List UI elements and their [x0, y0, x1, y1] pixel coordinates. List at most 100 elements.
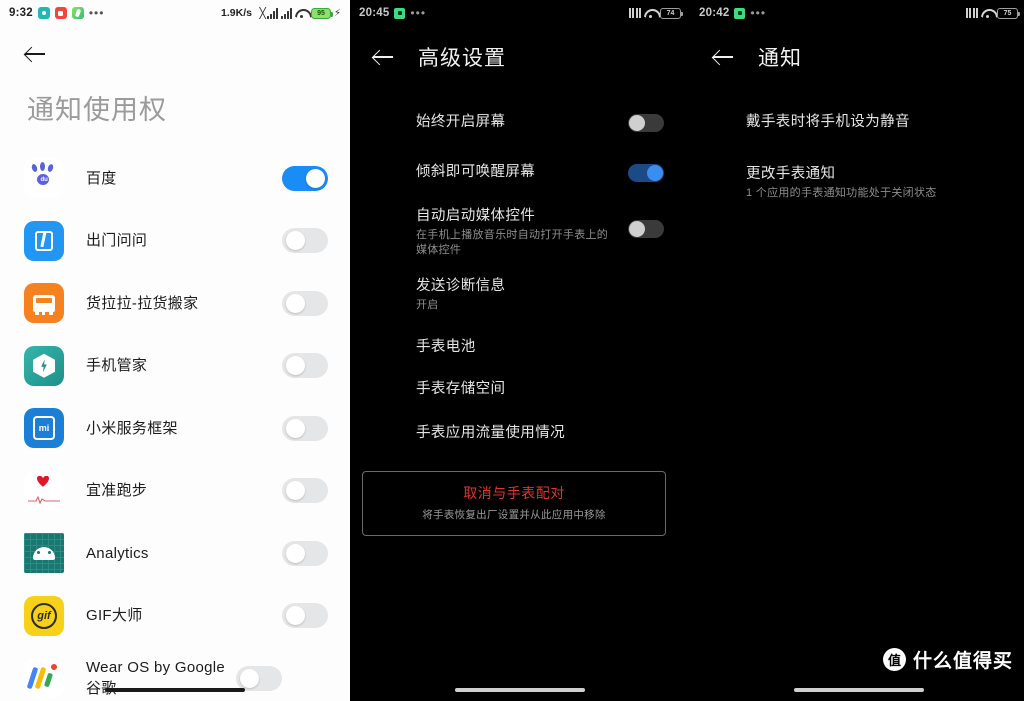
notifications-panel: 20:42 ••• 75 通知 戴手表时将手机设为静音 更改手表通知 1 个应用…: [690, 0, 1024, 701]
tilt-wake-toggle[interactable]: [628, 164, 664, 182]
list-item-mute-phone[interactable]: 戴手表时将手机设为静音: [690, 96, 1024, 140]
gesture-nav-bar[interactable]: [793, 688, 924, 692]
xiaomi-icon: mi: [24, 408, 64, 449]
unpair-subtitle: 将手表恢复出厂设置并从此应用中移除: [422, 509, 606, 521]
list-item[interactable]: Analytics: [0, 522, 350, 585]
more-icon: •••: [750, 6, 767, 20]
watermark: 值 什么值得买: [882, 646, 1013, 673]
list-item-auto-media-controls[interactable]: 自动启动媒体控件 在手机上播放音乐时自动打开手表上的媒体控件: [350, 184, 690, 258]
app-name: 百度: [86, 169, 117, 187]
item-subtitle: 1 个应用的手表通知功能处于关闭状态: [746, 187, 937, 199]
permission-toggle[interactable]: [282, 353, 328, 379]
header-middle: 高级设置: [350, 26, 690, 88]
battery-icon: 75: [997, 7, 1020, 19]
permission-toggle[interactable]: [282, 478, 328, 504]
list-item-watch-battery[interactable]: 手表电池: [350, 313, 690, 357]
header-right: 通知: [690, 26, 1024, 88]
signal-icon: [266, 7, 278, 19]
list-item-always-on-screen[interactable]: 始终开启屏幕: [350, 96, 690, 140]
permission-toggle[interactable]: [282, 415, 328, 441]
wifi-icon: [295, 8, 308, 18]
baidu-icon: du: [24, 158, 64, 199]
item-title: 手表应用流量使用情况: [416, 425, 565, 441]
notification-access-panel: 9:32 ••• 1.9K/s 95 ⚡ 通知使用权 du 百度 出门问问 货拉…: [0, 0, 350, 701]
permission-toggle[interactable]: [282, 603, 328, 629]
list-item-watch-data-usage[interactable]: 手表应用流量使用情况: [350, 401, 690, 445]
page-title: 通知: [758, 47, 802, 70]
network-rate: 1.9K/s: [221, 7, 252, 19]
item-title: 戴手表时将手机设为静音: [746, 114, 910, 130]
unpair-title: 取消与手表配对: [463, 485, 565, 501]
app-permission-list: du 百度 出门问问 货拉拉-拉货搬家 手机管家 mi 小米服务框架 宜准跑步 …: [0, 147, 350, 701]
ezon-run-icon: [24, 470, 64, 511]
auto-media-toggle[interactable]: [628, 220, 664, 238]
list-item-diagnostics[interactable]: 发送诊断信息 开启: [350, 258, 690, 313]
advanced-settings-panel: 20:45 ••• 74 高级设置 始终开启屏幕 倾斜即可唤醒屏幕 自动启动媒体…: [350, 0, 690, 701]
list-item-change-watch-notifications[interactable]: 更改手表通知 1 个应用的手表通知功能处于关闭状态: [690, 140, 1024, 201]
list-item[interactable]: 宜准跑步: [0, 460, 350, 523]
status-time: 20:42: [699, 7, 730, 19]
item-title: 发送诊断信息: [416, 278, 506, 294]
app-notification-icon: [394, 7, 406, 19]
app-name: Analytics: [86, 544, 149, 562]
back-arrow-icon[interactable]: [24, 43, 46, 65]
watermark-badge-icon: 值: [882, 648, 906, 671]
item-title: 手表存储空间: [416, 381, 506, 397]
status-time: 20:45: [359, 7, 390, 19]
back-arrow-icon[interactable]: [372, 46, 394, 68]
back-arrow-icon[interactable]: [712, 46, 734, 68]
gesture-nav-bar[interactable]: [105, 688, 245, 692]
app-name: 宜准跑步: [86, 482, 148, 500]
list-item[interactable]: gif GIF大师: [0, 585, 350, 648]
item-title: 自动启动媒体控件: [416, 208, 536, 224]
battery-icon: 74: [660, 7, 683, 19]
list-item[interactable]: mi 小米服务框架: [0, 397, 350, 460]
app-name: 货拉拉-拉货搬家: [86, 294, 199, 312]
gesture-nav-bar[interactable]: [455, 688, 585, 692]
list-item[interactable]: Wear OS by Google 谷歌: [0, 647, 350, 701]
mobvoi-icon: [24, 220, 64, 261]
item-subtitle: 在手机上播放音乐时自动打开手表上的媒体控件: [416, 229, 609, 256]
permission-toggle[interactable]: [282, 165, 328, 191]
phone-manager-icon: [24, 345, 64, 386]
list-item[interactable]: 出门问问: [0, 210, 350, 273]
more-icon: •••: [88, 6, 105, 20]
leaf-icon: [71, 7, 84, 19]
battery-icon: 95: [310, 7, 333, 19]
permission-toggle[interactable]: [282, 540, 328, 566]
list-item[interactable]: 货拉拉-拉货搬家: [0, 272, 350, 335]
signal-icon: [965, 8, 978, 18]
status-bar-left: 9:32 ••• 1.9K/s 95 ⚡: [0, 0, 350, 26]
bluetooth-icon: [256, 7, 264, 19]
gif-master-icon: gif: [24, 595, 64, 636]
status-bar-middle: 20:45 ••• 74: [350, 0, 690, 26]
always-on-toggle[interactable]: [628, 114, 664, 132]
app-name: GIF大师: [86, 607, 143, 625]
watermark-text: 什么值得买: [912, 651, 1013, 672]
permission-toggle[interactable]: [236, 665, 282, 691]
item-title: 手表电池: [416, 339, 476, 355]
list-item-watch-storage[interactable]: 手表存储空间: [350, 357, 690, 401]
list-item[interactable]: 手机管家: [0, 335, 350, 398]
wifi-icon: [644, 8, 657, 18]
signal-alt-icon: [280, 7, 292, 19]
lalamove-icon: [24, 283, 64, 324]
page-title: 高级设置: [418, 47, 506, 70]
status-time: 9:32: [9, 7, 33, 19]
page-title: 通知使用权: [27, 95, 167, 125]
app-name: 手机管家: [86, 357, 148, 375]
permission-toggle[interactable]: [282, 228, 328, 254]
list-item[interactable]: du 百度: [0, 147, 350, 210]
recorder-icon: [54, 7, 67, 19]
unpair-watch-button[interactable]: 取消与手表配对 将手表恢复出厂设置并从此应用中移除: [362, 471, 666, 536]
item-title: 倾斜即可唤醒屏幕: [416, 164, 536, 180]
camera-icon: [37, 7, 50, 19]
wear-os-icon: [24, 658, 64, 699]
permission-toggle[interactable]: [282, 290, 328, 316]
settings-list: 始终开启屏幕 倾斜即可唤醒屏幕 自动启动媒体控件 在手机上播放音乐时自动打开手表…: [350, 88, 690, 445]
notification-settings-list: 戴手表时将手机设为静音 更改手表通知 1 个应用的手表通知功能处于关闭状态: [690, 88, 1024, 201]
list-item-tilt-to-wake[interactable]: 倾斜即可唤醒屏幕: [350, 140, 690, 184]
wifi-icon: [981, 8, 994, 18]
analytics-icon: [24, 533, 64, 574]
item-subtitle: 开启: [416, 299, 439, 311]
